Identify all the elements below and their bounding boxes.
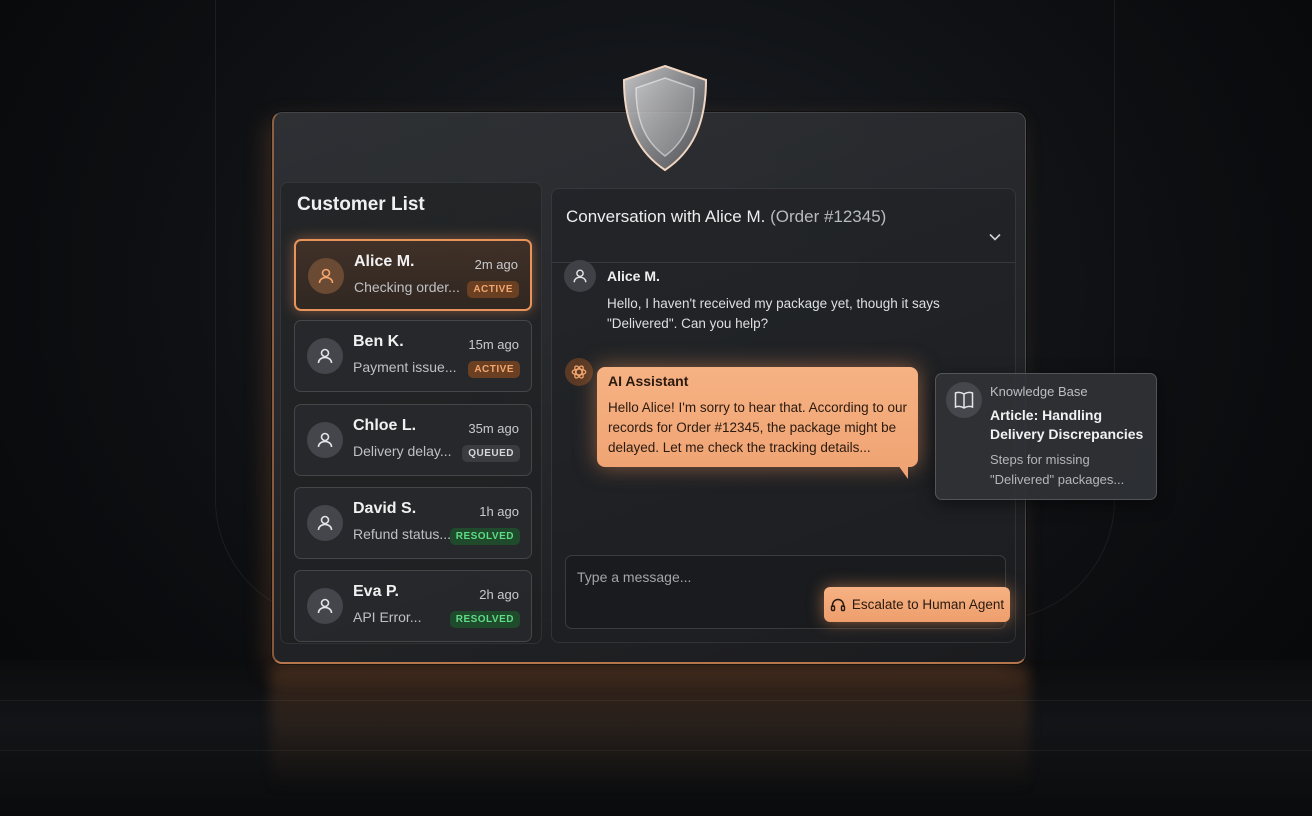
headset-icon xyxy=(830,598,846,611)
chevron-down-icon[interactable] xyxy=(989,233,1001,241)
customer-time: 1h ago xyxy=(479,504,519,519)
customer-name: Chloe L. xyxy=(353,417,417,434)
status-badge: ACTIVE xyxy=(468,361,520,378)
panel-reflection xyxy=(270,668,1030,816)
customer-preview: Refund status... xyxy=(353,526,452,542)
escalate-button[interactable]: Escalate to Human Agent xyxy=(824,587,1010,622)
conversation-header: Conversation with Alice M. (Order #12345… xyxy=(552,189,1015,263)
customer-preview: Checking order... xyxy=(354,279,460,295)
customer-time: 35m ago xyxy=(468,421,519,436)
status-badge: ACTIVE xyxy=(467,281,519,298)
user-avatar-icon xyxy=(307,588,343,624)
customer-time: 2m ago xyxy=(474,257,518,272)
customer-preview: Payment issue... xyxy=(353,359,457,375)
customer-time: 2h ago xyxy=(479,587,519,602)
knowledge-base-description: Steps for missing "Delivered" packages..… xyxy=(990,452,1125,487)
shield-icon xyxy=(622,64,708,172)
customer-item-david[interactable]: David S. 1h ago Refund status... RESOLVE… xyxy=(294,487,532,559)
customer-list-panel: Customer List Alice M. 2m ago Checking o… xyxy=(280,182,542,644)
ai-message-text: Hello Alice! I'm sorry to hear that. Acc… xyxy=(608,400,907,455)
customer-name: David S. xyxy=(353,500,417,517)
user-avatar-icon xyxy=(307,505,343,541)
user-avatar-icon xyxy=(564,260,596,292)
status-badge: RESOLVED xyxy=(449,528,520,545)
message-text: Hello, I haven't received my package yet… xyxy=(607,296,940,331)
knowledge-base-label: Knowledge Base xyxy=(990,384,1088,399)
status-badge: QUEUED xyxy=(462,445,520,462)
user-avatar-icon xyxy=(307,422,343,458)
customer-item-alice[interactable]: Alice M. 2m ago Checking order... ACTIVE xyxy=(294,239,532,311)
conversation-title: Conversation with Alice M. (Order #12345… xyxy=(566,207,886,227)
customer-time: 15m ago xyxy=(468,337,519,352)
conversation-title-text: Conversation with Alice M. xyxy=(566,207,766,226)
knowledge-base-card[interactable]: Knowledge Base Article: Handling Deliver… xyxy=(935,373,1157,500)
knowledge-base-title: Article: Handling Delivery Discrepancies xyxy=(990,407,1144,442)
customer-item-eva[interactable]: Eva P. 2h ago API Error... RESOLVED xyxy=(294,570,532,642)
customer-item-ben[interactable]: Ben K. 15m ago Payment issue... ACTIVE xyxy=(294,320,532,392)
ai-assistant-icon xyxy=(565,358,593,386)
escalate-button-label: Escalate to Human Agent xyxy=(851,597,1005,612)
user-avatar-icon xyxy=(308,258,344,294)
message-sender-name: Alice M. xyxy=(607,268,660,284)
customer-name: Ben K. xyxy=(353,333,404,350)
customer-list-title: Customer List xyxy=(297,194,425,215)
message-input[interactable] xyxy=(577,566,827,588)
user-avatar-icon xyxy=(307,338,343,374)
customer-preview: API Error... xyxy=(353,609,422,625)
customer-name: Eva P. xyxy=(353,583,399,600)
customer-preview: Delivery delay... xyxy=(353,443,452,459)
customer-item-chloe[interactable]: Chloe L. 35m ago Delivery delay... QUEUE… xyxy=(294,404,532,476)
ai-sender-name: AI Assistant xyxy=(608,373,689,389)
book-icon xyxy=(946,382,982,418)
ai-message-bubble: AI Assistant Hello Alice! I'm sorry to h… xyxy=(597,367,918,479)
customer-name: Alice M. xyxy=(354,253,415,270)
status-badge: RESOLVED xyxy=(449,611,520,628)
conversation-order-id: (Order #12345) xyxy=(770,207,887,226)
